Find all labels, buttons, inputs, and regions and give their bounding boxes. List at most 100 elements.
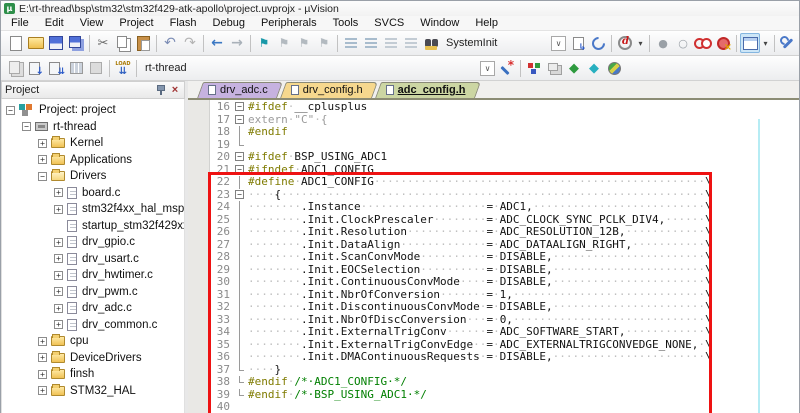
paste-icon[interactable]	[133, 33, 153, 53]
window-layout-icon[interactable]	[740, 33, 760, 53]
comment-selection-icon[interactable]	[381, 33, 401, 53]
tree-item-drv-common-c[interactable]: +drv_common.c	[2, 317, 184, 334]
tree-item-drv-pwm-c[interactable]: +drv_pwm.c	[2, 284, 184, 301]
tree-item-rt-thread[interactable]: −rt-thread	[2, 119, 184, 136]
code-line-39[interactable]: 39#endif·/*·BSP_USING_ADC1·*/	[188, 389, 799, 402]
clear-bookmarks-icon[interactable]: ⚑	[314, 33, 334, 53]
undo-icon[interactable]: ↶	[160, 33, 180, 53]
menu-item-edit[interactable]: Edit	[37, 16, 72, 31]
tree-expander-icon[interactable]: +	[54, 287, 63, 296]
configure-icon[interactable]	[778, 33, 798, 53]
enable-breakpoint-icon[interactable]: ○	[673, 33, 693, 53]
editor-tab-adc_config-h[interactable]: adc_config.h	[378, 82, 478, 98]
unindent-icon[interactable]	[341, 33, 361, 53]
target-options-icon[interactable]	[497, 58, 517, 78]
indent-icon[interactable]	[361, 33, 381, 53]
tree-expander-icon[interactable]: +	[54, 188, 63, 197]
fold-marker-icon[interactable]: −	[235, 114, 248, 127]
start-debug-session-icon[interactable]	[615, 33, 635, 53]
build-icon[interactable]	[26, 58, 46, 78]
navigate-forward-icon[interactable]: →	[227, 33, 247, 53]
menu-item-file[interactable]: File	[3, 16, 37, 31]
editor-tab-drv_adc-c[interactable]: drv_adc.c	[200, 82, 280, 98]
search-input[interactable]: SystemInit	[441, 34, 549, 52]
menu-item-tools[interactable]: Tools	[325, 16, 367, 31]
menu-item-help[interactable]: Help	[467, 16, 506, 31]
insert-bookmark-icon[interactable]: ⚑	[254, 33, 274, 53]
target-dropdown-icon[interactable]: ∨	[480, 61, 495, 76]
debug-dropdown-icon[interactable]: ▾	[635, 33, 646, 53]
menu-item-window[interactable]: Window	[412, 16, 467, 31]
incremental-find-icon[interactable]	[588, 33, 608, 53]
pin-icon[interactable]	[156, 85, 165, 95]
next-bookmark-icon[interactable]: ⚑	[294, 33, 314, 53]
new-file-icon[interactable]	[6, 33, 26, 53]
batch-build-icon[interactable]	[66, 58, 86, 78]
previous-bookmark-icon[interactable]: ⚑	[274, 33, 294, 53]
find-in-files-icon[interactable]	[421, 33, 441, 53]
fold-marker-icon[interactable]: −	[235, 189, 248, 202]
tree-expander-icon[interactable]: +	[38, 386, 47, 395]
menu-item-peripherals[interactable]: Peripherals	[253, 16, 325, 31]
translate-file-icon[interactable]	[6, 58, 26, 78]
code-area[interactable]: 16−#ifdef·__cplusplus17−extern·"C"·{18#e…	[188, 100, 799, 413]
tree-item-kernel[interactable]: +Kernel	[2, 135, 184, 152]
tree-expander-icon[interactable]: −	[22, 122, 31, 131]
tree-expander-icon[interactable]: +	[38, 337, 47, 346]
tree-item-stm32-hal[interactable]: +STM32_HAL	[2, 383, 184, 400]
tree-expander-icon[interactable]: +	[54, 238, 63, 247]
menu-item-project[interactable]: Project	[111, 16, 161, 31]
fold-marker-icon[interactable]: −	[235, 151, 248, 164]
tree-item-drv-adc-c[interactable]: +drv_adc.c	[2, 300, 184, 317]
tree-item-drivers[interactable]: −Drivers	[2, 168, 184, 185]
tree-item-stm32f4xx-hal-msp-c[interactable]: +stm32f4xx_hal_msp.c	[2, 201, 184, 218]
find-next-icon[interactable]	[568, 33, 588, 53]
menu-item-debug[interactable]: Debug	[205, 16, 253, 31]
tree-expander-icon[interactable]: −	[38, 172, 47, 181]
stop-build-icon[interactable]	[86, 58, 106, 78]
menu-item-flash[interactable]: Flash	[162, 16, 205, 31]
search-dropdown-icon[interactable]: ∨	[551, 36, 566, 51]
tree-item-drv-usart-c[interactable]: +drv_usart.c	[2, 251, 184, 268]
save-all-icon[interactable]	[66, 33, 86, 53]
tree-expander-icon[interactable]: +	[38, 155, 47, 164]
tree-expander-icon[interactable]: +	[54, 320, 63, 329]
fold-marker-icon[interactable]: −	[235, 164, 248, 177]
open-file-icon[interactable]	[26, 33, 46, 53]
menu-item-view[interactable]: View	[72, 16, 112, 31]
tree-expander-icon[interactable]: +	[54, 254, 63, 263]
fold-marker-icon[interactable]: −	[235, 101, 248, 114]
download-icon[interactable]	[113, 58, 133, 78]
copy-icon[interactable]	[113, 33, 133, 53]
menu-item-svcs[interactable]: SVCS	[366, 16, 412, 31]
uncomment-selection-icon[interactable]	[401, 33, 421, 53]
tree-expander-icon[interactable]: −	[6, 106, 15, 115]
tree-item-applications[interactable]: +Applications	[2, 152, 184, 169]
tree-item-startup-stm32f429xx-s[interactable]: startup_stm32f429xx.s	[2, 218, 184, 235]
tree-expander-icon[interactable]: +	[38, 139, 47, 148]
disable-all-breakpoints-icon[interactable]	[693, 33, 713, 53]
tree-expander-icon[interactable]: +	[54, 205, 63, 214]
editor-tab-drv_config-h[interactable]: drv_config.h	[283, 82, 375, 98]
code-line-40[interactable]: 40	[188, 401, 799, 413]
tree-item-drv-hwtimer-c[interactable]: +drv_hwtimer.c	[2, 267, 184, 284]
layout-dropdown-icon[interactable]: ▾	[760, 33, 771, 53]
tree-item-cpu[interactable]: +cpu	[2, 333, 184, 350]
kill-all-breakpoints-icon[interactable]	[713, 33, 733, 53]
cut-icon[interactable]: ✂	[93, 33, 113, 53]
tree-expander-icon[interactable]: +	[38, 370, 47, 379]
navigate-back-icon[interactable]: ←	[207, 33, 227, 53]
select-software-packs-icon[interactable]: ◆	[584, 58, 604, 78]
tree-expander-icon[interactable]: +	[54, 304, 63, 313]
tree-item-finsh[interactable]: +finsh	[2, 366, 184, 383]
manage-rte-icon[interactable]	[524, 58, 544, 78]
tree-item-project-project[interactable]: −Project: project	[2, 102, 184, 119]
manage-components-icon[interactable]: ◆	[564, 58, 584, 78]
tree-expander-icon[interactable]: +	[38, 353, 47, 362]
tree-item-drv-gpio-c[interactable]: +drv_gpio.c	[2, 234, 184, 251]
code-line-18[interactable]: 18#endif	[188, 126, 799, 139]
tree-expander-icon[interactable]: +	[54, 271, 63, 280]
close-icon[interactable]: ×	[169, 84, 181, 96]
tree-item-devicedrivers[interactable]: +DeviceDrivers	[2, 350, 184, 367]
rebuild-all-icon[interactable]	[46, 58, 66, 78]
